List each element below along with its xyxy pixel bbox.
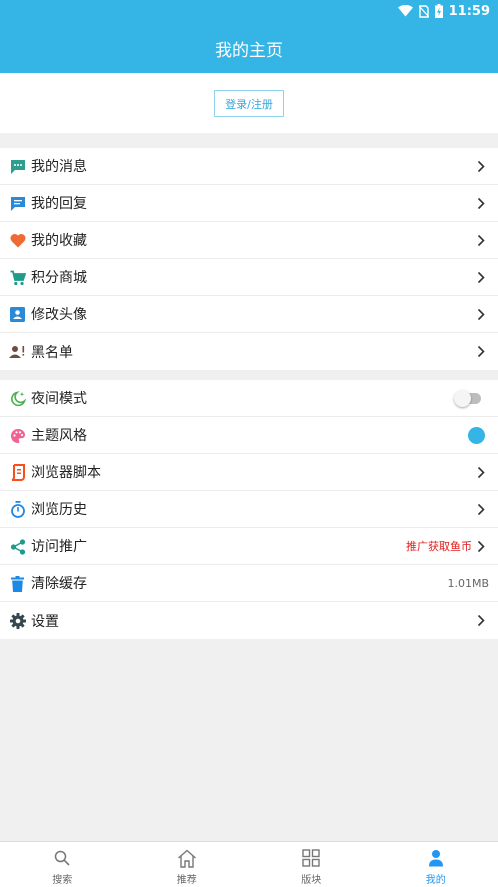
- chevron-right-icon: [477, 197, 485, 210]
- battery-charging-icon: [434, 4, 443, 18]
- heart-icon: [9, 232, 26, 249]
- theme-color-swatch: [468, 427, 485, 444]
- menu-group-settings: 夜间模式 主题风格 浏览器脚本 浏览历史 访问推广 推广获取鱼币 清除缓存 1.…: [0, 380, 498, 639]
- status-time: 11:59: [448, 3, 490, 19]
- reply-icon: [9, 195, 26, 212]
- wifi-icon: [397, 5, 413, 17]
- menu-item-label: 访问推广: [31, 539, 87, 555]
- nav-tab-label: 搜索: [52, 875, 73, 886]
- page-title: 我的主页: [215, 41, 283, 61]
- menu-item-label: 浏览历史: [31, 502, 87, 518]
- chevron-right-icon: [477, 271, 485, 284]
- menu-item-browser-script[interactable]: 浏览器脚本: [0, 454, 498, 491]
- chevron-right-icon: [477, 234, 485, 247]
- home-icon: [177, 848, 197, 868]
- menu-item-settings[interactable]: 设置: [0, 602, 498, 639]
- message-icon: [9, 158, 26, 175]
- cache-size: 1.01MB: [447, 576, 489, 590]
- no-sim-icon: [418, 4, 429, 18]
- menu-item-theme-style[interactable]: 主题风格: [0, 417, 498, 454]
- menu-item-label: 我的回复: [31, 196, 87, 212]
- menu-item-label: 浏览器脚本: [31, 465, 101, 481]
- menu-item-clear-cache[interactable]: 清除缓存 1.01MB: [0, 565, 498, 602]
- person-icon: [426, 848, 446, 868]
- portrait-icon: [9, 306, 26, 323]
- menu-item-label: 我的消息: [31, 159, 87, 175]
- menu-item-points-mall[interactable]: 积分商城: [0, 259, 498, 296]
- night-mode-toggle[interactable]: [454, 390, 481, 407]
- menu-group-account: 我的消息 我的回复 我的收藏 积分商城 修改头像 黑名单: [0, 148, 498, 370]
- menu-item-my-messages[interactable]: 我的消息: [0, 148, 498, 185]
- menu-item-label: 设置: [31, 613, 59, 630]
- menu-item-my-replies[interactable]: 我的回复: [0, 185, 498, 222]
- chevron-right-icon: [477, 345, 485, 358]
- menu-item-browse-history[interactable]: 浏览历史: [0, 491, 498, 528]
- menu-item-label: 我的收藏: [31, 233, 87, 249]
- login-area: 登录/注册: [0, 73, 498, 133]
- promotion-hint: 推广获取鱼币: [406, 540, 472, 553]
- menu-item-label: 夜间模式: [31, 391, 87, 407]
- nav-tab-sections[interactable]: 版块: [249, 842, 374, 887]
- menu-item-label: 黑名单: [31, 344, 73, 361]
- palette-icon: [9, 427, 26, 444]
- menu-item-label: 修改头像: [31, 307, 87, 323]
- menu-item-label: 积分商城: [31, 270, 87, 286]
- chevron-right-icon: [477, 160, 485, 173]
- app-header: 11:59 我的主页: [0, 0, 498, 73]
- nav-tab-label: 版块: [301, 875, 322, 886]
- nav-tab-mine[interactable]: 我的: [374, 842, 498, 887]
- menu-item-night-mode[interactable]: 夜间模式: [0, 380, 498, 417]
- nav-tab-label: 推荐: [176, 875, 197, 886]
- night-mode-icon: [9, 390, 26, 407]
- chevron-right-icon: [477, 503, 485, 516]
- share-icon: [9, 538, 26, 555]
- login-register-button[interactable]: 登录/注册: [214, 90, 284, 117]
- blocked-user-icon: [9, 343, 26, 360]
- menu-item-my-favorites[interactable]: 我的收藏: [0, 222, 498, 259]
- nav-tab-search[interactable]: 搜索: [0, 842, 125, 887]
- nav-tab-label: 我的: [425, 875, 446, 886]
- chevron-right-icon: [477, 540, 485, 553]
- toggle-knob: [454, 390, 471, 407]
- search-icon: [52, 848, 72, 868]
- timer-icon: [9, 501, 26, 518]
- script-icon: [9, 464, 26, 481]
- trash-icon: [9, 575, 26, 592]
- cart-icon: [9, 269, 26, 286]
- menu-item-visit-promotion[interactable]: 访问推广 推广获取鱼币: [0, 528, 498, 565]
- menu-item-label: 主题风格: [31, 428, 87, 444]
- nav-tab-recommend[interactable]: 推荐: [125, 842, 250, 887]
- menu-item-change-avatar[interactable]: 修改头像: [0, 296, 498, 333]
- grid-icon: [301, 848, 321, 868]
- chevron-right-icon: [477, 308, 485, 321]
- bottom-navigation: 搜索 推荐 版块 我的: [0, 841, 498, 887]
- menu-item-blacklist[interactable]: 黑名单: [0, 333, 498, 370]
- gear-icon: [9, 612, 26, 629]
- status-bar: 11:59: [397, 2, 490, 20]
- chevron-right-icon: [477, 466, 485, 479]
- menu-item-label: 清除缓存: [31, 576, 87, 592]
- chevron-right-icon: [477, 614, 485, 627]
